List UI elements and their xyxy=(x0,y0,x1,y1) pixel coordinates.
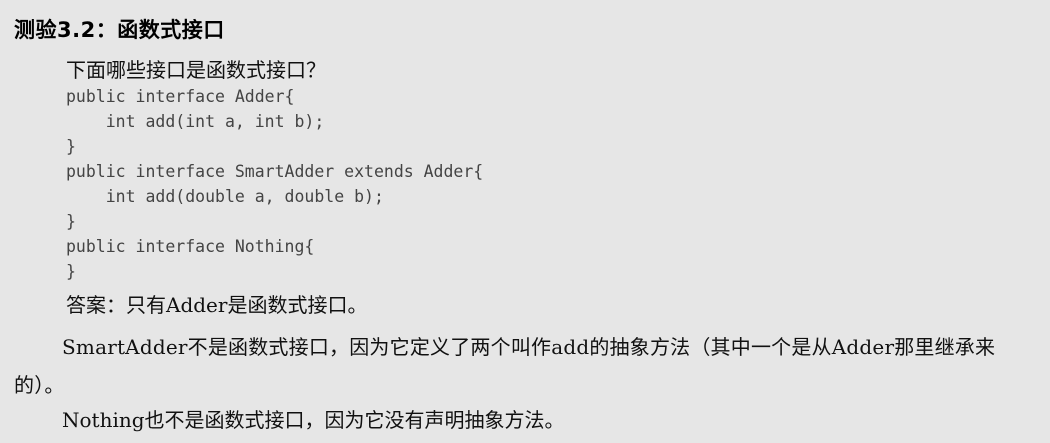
code-line: public interface Adder{ xyxy=(66,87,295,106)
code-line: } xyxy=(66,262,76,281)
code-line: } xyxy=(66,212,76,231)
quiz-title: 测验3.2：函数式接口 xyxy=(14,18,225,42)
code-line: public interface Nothing{ xyxy=(66,237,315,256)
code-block: public interface Adder{ int add(int a, i… xyxy=(66,84,483,284)
code-line: int add(int a, int b); xyxy=(66,112,325,131)
code-line: int add(double a, double b); xyxy=(66,187,384,206)
code-line: public interface SmartAdder extends Adde… xyxy=(66,162,484,181)
quiz-question: 下面哪些接口是函数式接口？ xyxy=(66,58,326,82)
code-line: } xyxy=(66,137,76,156)
explanation-smartadder: SmartAdder不是函数式接口，因为它定义了两个叫作add的抽象方法（其中一… xyxy=(14,335,996,397)
quiz-box: 测验3.2：函数式接口 下面哪些接口是函数式接口？ public interfa… xyxy=(0,0,1050,443)
answer-text: 答案：只有Adder是函数式接口。 xyxy=(66,293,368,317)
explanation-nothing: Nothing也不是函数式接口，因为它没有声明抽象方法。 xyxy=(62,408,565,432)
